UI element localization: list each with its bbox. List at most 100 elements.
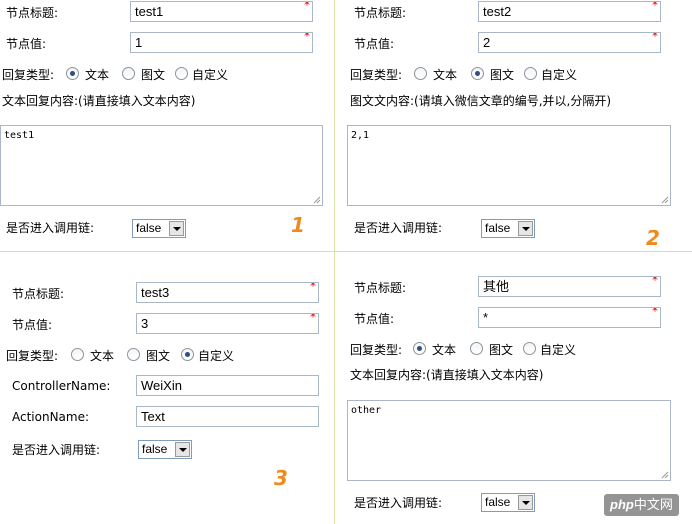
radio-text-label: 文本 — [90, 349, 115, 363]
required-mark: * — [652, 307, 658, 318]
radio-custom-label: 自定义 — [198, 349, 235, 363]
chain-label: 是否进入调用链: — [354, 496, 443, 510]
node-title-input[interactable]: test1 * — [130, 1, 313, 22]
chain-select-value: false — [136, 221, 162, 235]
chain-select[interactable]: false — [481, 493, 535, 512]
site-watermark-logo: php中文网 — [604, 494, 679, 516]
text-reply-content-textarea[interactable]: test1 — [0, 125, 323, 206]
panel-number-badge: 2 — [646, 226, 660, 250]
controller-name-label: ControllerName: — [12, 379, 111, 393]
radio-news-label: 图文 — [489, 343, 514, 357]
reply-type-label: 回复类型: — [2, 68, 55, 82]
required-mark: * — [652, 32, 658, 43]
node-title-input[interactable]: 其他 * — [478, 276, 661, 297]
node-value-input[interactable]: 1 * — [130, 32, 313, 53]
radio-custom[interactable] — [181, 348, 194, 361]
required-mark: * — [304, 32, 310, 43]
vertical-divider — [334, 0, 335, 524]
node-value-value: 3 — [141, 316, 149, 331]
radio-text-label: 文本 — [432, 343, 457, 357]
radio-text[interactable] — [414, 67, 427, 80]
radio-news[interactable] — [127, 348, 140, 361]
resize-grip-icon[interactable] — [661, 196, 669, 204]
radio-custom[interactable] — [175, 67, 188, 80]
chain-select[interactable]: false — [138, 440, 192, 459]
radio-text[interactable] — [71, 348, 84, 361]
chain-select[interactable]: false — [132, 219, 186, 238]
news-content-textarea[interactable]: 2,1 — [347, 125, 671, 206]
radio-custom-label: 自定义 — [540, 343, 577, 357]
node-value-label: 节点值: — [12, 318, 53, 332]
chain-label: 是否进入调用链: — [12, 443, 101, 457]
controller-name-value: WeiXin — [141, 378, 182, 393]
radio-news[interactable] — [122, 67, 135, 80]
chain-select[interactable]: false — [481, 219, 535, 238]
node-value-label: 节点值: — [6, 37, 47, 51]
textarea-value: test1 — [4, 130, 35, 141]
node-value-input[interactable]: 2 * — [478, 32, 661, 53]
node-value-value: 1 — [135, 35, 143, 50]
action-name-input[interactable]: Text — [136, 406, 319, 427]
panel-number-badge: 1 — [291, 213, 305, 237]
controller-name-input[interactable]: WeiXin — [136, 375, 319, 396]
required-mark: * — [310, 313, 316, 324]
radio-custom-label: 自定义 — [192, 68, 229, 82]
node-value-label: 节点值: — [354, 37, 395, 51]
node-value-input[interactable]: * * — [478, 307, 661, 328]
watermark-brand: php — [610, 497, 634, 512]
chevron-down-icon[interactable] — [169, 221, 184, 236]
text-reply-content-label: 文本回复内容:(请直接填入文本内容) — [350, 368, 544, 382]
radio-news[interactable] — [470, 342, 483, 355]
chain-select-value: false — [485, 495, 511, 509]
node-title-input[interactable]: test3 * — [136, 282, 319, 303]
radio-text-label: 文本 — [85, 68, 110, 82]
node-title-input[interactable]: test2 * — [478, 1, 661, 22]
text-reply-content-label: 文本回复内容:(请直接填入文本内容) — [2, 94, 196, 108]
action-name-value: Text — [141, 409, 165, 424]
node-title-value: test1 — [135, 4, 164, 19]
radio-news-label: 图文 — [490, 68, 515, 82]
radio-custom[interactable] — [524, 67, 537, 80]
textarea-value: other — [351, 405, 382, 416]
chain-select-value: false — [485, 221, 511, 235]
node-title-label: 节点标题: — [354, 6, 407, 20]
required-mark: * — [652, 276, 658, 287]
radio-text-label: 文本 — [433, 68, 458, 82]
chevron-down-icon[interactable] — [175, 442, 190, 457]
chevron-down-icon[interactable] — [518, 495, 533, 510]
required-mark: * — [304, 1, 310, 12]
chain-label: 是否进入调用链: — [6, 221, 95, 235]
node-title-value: test3 — [141, 285, 170, 300]
reply-type-label: 回复类型: — [350, 68, 403, 82]
watermark-site: 中文网 — [633, 497, 673, 512]
reply-type-label: 回复类型: — [350, 343, 403, 357]
chain-select-value: false — [142, 442, 168, 456]
node-title-label: 节点标题: — [12, 287, 65, 301]
resize-grip-icon[interactable] — [661, 471, 669, 479]
node-title-value: test2 — [483, 4, 512, 19]
radio-news[interactable] — [471, 67, 484, 80]
chain-label: 是否进入调用链: — [354, 221, 443, 235]
required-mark: * — [310, 282, 316, 293]
node-value-input[interactable]: 3 * — [136, 313, 319, 334]
text-reply-content-textarea[interactable]: other — [347, 400, 671, 481]
radio-custom[interactable] — [523, 342, 536, 355]
resize-grip-icon[interactable] — [313, 196, 321, 204]
chevron-down-icon[interactable] — [518, 221, 533, 236]
node-value-value: 2 — [483, 35, 491, 50]
panel-number-badge: 3 — [274, 466, 288, 490]
node-title-label: 节点标题: — [6, 6, 59, 20]
node-title-value: 其他 — [483, 279, 510, 294]
horizontal-divider — [0, 251, 692, 252]
reply-type-label: 回复类型: — [6, 349, 59, 363]
radio-custom-label: 自定义 — [541, 68, 578, 82]
textarea-value: 2,1 — [351, 130, 370, 141]
radio-text[interactable] — [413, 342, 426, 355]
action-name-label: ActionName: — [12, 410, 90, 424]
required-mark: * — [652, 1, 658, 12]
radio-text[interactable] — [66, 67, 79, 80]
news-content-label: 图文文内容:(请填入微信文章的编号,并以,分隔开) — [350, 94, 612, 108]
node-value-value: * — [483, 310, 489, 325]
node-title-label: 节点标题: — [354, 281, 407, 295]
radio-news-label: 图文 — [146, 349, 171, 363]
